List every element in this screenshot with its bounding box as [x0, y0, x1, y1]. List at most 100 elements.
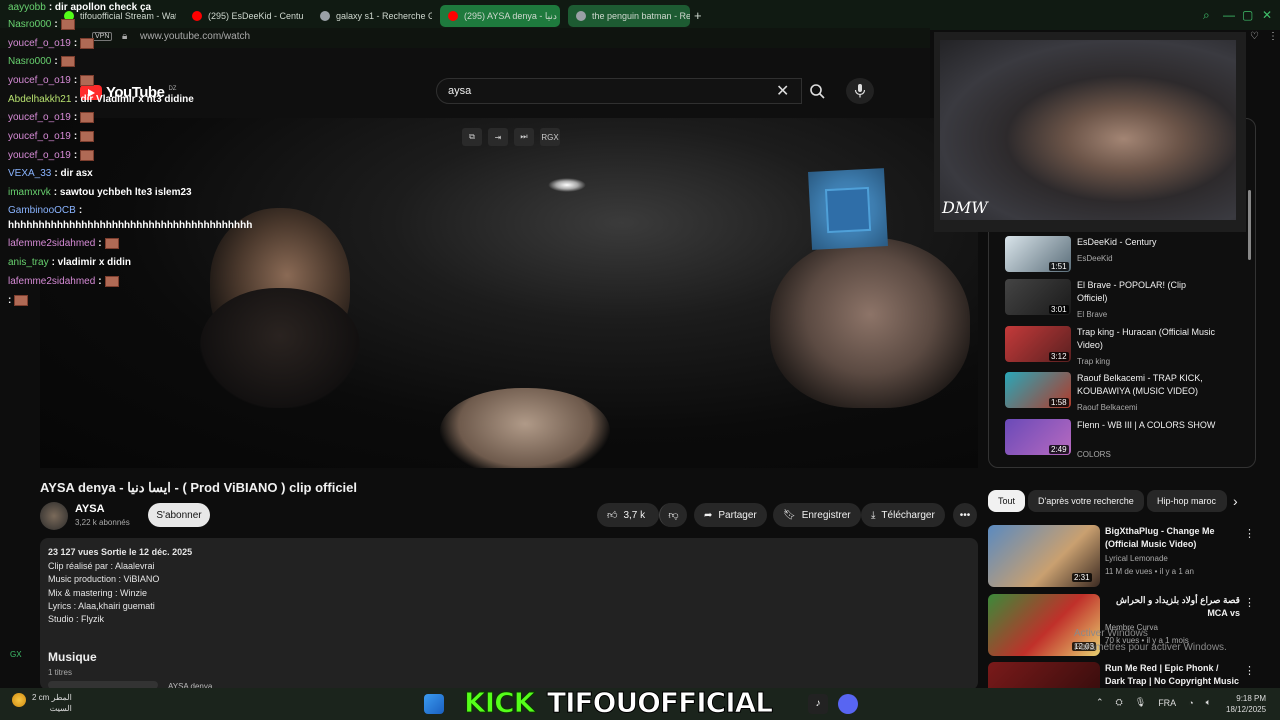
vpn-badge[interactable]: VPN: [92, 32, 113, 41]
tab-aysa-denya[interactable]: (295) AYSA denya - دنيا: [440, 5, 560, 27]
thumbs-up-icon: 👍︎: [607, 510, 618, 521]
chat-emote-icon: [104, 238, 119, 249]
chat-text: : dir asx: [54, 168, 93, 179]
rgx-button[interactable]: RGX: [540, 128, 560, 146]
lock-icon[interactable]: 🔒︎: [122, 31, 127, 42]
chat-username[interactable]: youcef_o_o19: [8, 75, 71, 86]
youtube-icon: [448, 11, 458, 21]
heart-icon[interactable]: ♡: [1250, 31, 1259, 42]
skip-icon[interactable]: ⏭: [514, 128, 534, 146]
chat-username[interactable]: Nasro000: [8, 56, 51, 67]
chat-username[interactable]: anis_tray: [8, 257, 49, 268]
volume-icon[interactable]: 🔈︎: [1206, 697, 1211, 708]
search-icon[interactable]: ⌕: [1203, 8, 1210, 23]
chat-text: : vladimir x didin: [51, 257, 132, 268]
weather-icon[interactable]: [12, 693, 26, 707]
chat-username[interactable]: youcef_o_o19: [8, 131, 71, 142]
chat-username[interactable]: Nasro000: [8, 19, 51, 30]
like-button[interactable]: 👍︎ 3,7 k: [597, 503, 659, 527]
chat-text: : dir Vladimir x nt3 didine: [74, 94, 194, 105]
recommendation-item[interactable]: Run Me Red | Epic Phonk / Dark Trap | No…: [988, 662, 1258, 688]
chat-username[interactable]: youcef_o_o19: [8, 150, 71, 161]
windows-start-icon[interactable]: [424, 694, 444, 714]
windows-activation-title: Activer Windows: [1074, 628, 1148, 639]
video-frame-person-right: [770, 238, 970, 408]
chat-username[interactable]: VEXA_33: [8, 168, 51, 179]
voice-search-button[interactable]: [846, 78, 874, 104]
close-icon[interactable]: ✕: [1262, 8, 1272, 22]
chevron-up-icon[interactable]: ⌃: [1096, 697, 1104, 708]
playlist-scrollbar[interactable]: [1248, 190, 1251, 260]
save-button[interactable]: 🔖︎ Enregistrer: [773, 503, 861, 527]
subscribe-button[interactable]: S'abonner: [148, 503, 210, 527]
language-indicator[interactable]: FRA: [1158, 698, 1176, 708]
chevron-right-icon[interactable]: ›: [1233, 493, 1238, 509]
chat-message: :: [8, 295, 29, 306]
microphone-icon[interactable]: 🎙︎: [1135, 697, 1146, 708]
tiktok-icon[interactable]: ♪: [808, 694, 828, 714]
chat-username[interactable]: lafemme2sidahmed: [8, 276, 95, 287]
chat-text: :: [73, 131, 78, 142]
chat-message: Nasro000:: [8, 56, 75, 67]
minimize-icon[interactable]: —: [1223, 8, 1235, 22]
more-vertical-icon[interactable]: ⋮: [1268, 31, 1278, 42]
more-vertical-icon[interactable]: ⋮: [1244, 596, 1255, 609]
chat-message: imamxrvk: sawtou ychbeh lte3 islem23: [8, 187, 192, 198]
chat-text: :: [98, 238, 102, 249]
url-field[interactable]: www.youtube.com/watch: [140, 31, 250, 42]
wifi-icon[interactable]: ◔: [1188, 698, 1193, 708]
network-icon[interactable]: ⛭: [1116, 697, 1123, 708]
taskbar-clock[interactable]: 9:18 PM 18/12/2025: [1226, 693, 1266, 715]
chip-all[interactable]: Tout: [988, 490, 1026, 512]
channel-name[interactable]: AYSA: [75, 503, 105, 515]
subscriber-count: 3,22 k abonnés: [75, 518, 130, 527]
search-icon: [810, 84, 825, 99]
search-button[interactable]: [802, 78, 832, 104]
more-vertical-icon[interactable]: ⋮: [1244, 664, 1255, 677]
playlist-item[interactable]: 3:12 Trap king - Huracan (Official Music…: [1005, 326, 1245, 370]
chat-text: :: [54, 19, 58, 30]
opera-gx-label[interactable]: GX: [10, 650, 22, 659]
chat-text: : sawtou ychbeh lte3 islem23: [53, 187, 192, 198]
new-tab-button[interactable]: +: [694, 8, 702, 23]
recommendation-item[interactable]: 2:31 BigXthaPlug - Change Me (Official M…: [988, 525, 1258, 591]
playlist-item[interactable]: 1:51 EsDeeKid - Century EsDeeKid: [1005, 236, 1245, 280]
chat-username[interactable]: imamxrvk: [8, 187, 51, 198]
clear-search-icon[interactable]: ✕: [776, 81, 789, 101]
chip-hiphop[interactable]: Hip-hop maroc: [1147, 490, 1227, 512]
discord-icon[interactable]: [838, 694, 858, 714]
chip-related[interactable]: D'après votre recherche: [1028, 490, 1144, 512]
dislike-button[interactable]: 👎︎: [659, 503, 687, 527]
more-actions-button[interactable]: •••: [953, 503, 977, 527]
search-input[interactable]: aysa: [436, 78, 802, 104]
picture-in-picture-icon[interactable]: ⧉: [462, 128, 482, 146]
popout-icon[interactable]: ⇥: [488, 128, 508, 146]
download-button[interactable]: ⤓ Télécharger: [861, 503, 945, 527]
playlist-item[interactable]: 2:49 Flenn - WB III | A COLORS SHOW COLO…: [1005, 419, 1245, 463]
tab-esdeekid[interactable]: (295) EsDeeKid - Century: [184, 5, 304, 27]
description-box[interactable]: [40, 538, 978, 690]
playlist-item[interactable]: 1:58 Raouf Belkacemi - TRAP KICK, KOUBAW…: [1005, 372, 1245, 416]
chat-username[interactable]: GambinooOCB: [8, 205, 76, 216]
music-heading: Musique: [48, 650, 97, 664]
chat-username[interactable]: youcef_o_o19: [8, 112, 71, 123]
video-player[interactable]: [40, 118, 978, 468]
weather-widget[interactable]: 2 cm المطر السيت: [32, 692, 72, 714]
channel-avatar[interactable]: [40, 502, 68, 530]
google-icon: [576, 11, 586, 21]
chat-username[interactable]: aayyobb: [8, 2, 46, 13]
microphone-icon: [854, 84, 866, 98]
chat-username[interactable]: Abdelhakkh21: [8, 94, 71, 105]
tab-galaxy-search[interactable]: galaxy s1 - Recherche Go: [312, 5, 432, 27]
tab-penguin-batman[interactable]: the penguin batman - Rec: [568, 5, 690, 27]
chat-emote-icon: [60, 19, 75, 30]
share-button[interactable]: ➦ Partager: [694, 503, 767, 527]
youtube-icon: [192, 11, 202, 21]
playlist-item[interactable]: 3:01 El Brave - POPOLAR! (Clip Officiel)…: [1005, 279, 1245, 323]
thumbs-down-icon: 👎︎: [668, 510, 679, 521]
maximize-icon[interactable]: ▢: [1242, 8, 1253, 22]
chat-username[interactable]: lafemme2sidahmed: [8, 238, 95, 249]
more-vertical-icon[interactable]: ⋮: [1244, 527, 1255, 540]
chat-username[interactable]: youcef_o_o19: [8, 38, 71, 49]
chat-emote-icon: [80, 112, 95, 123]
